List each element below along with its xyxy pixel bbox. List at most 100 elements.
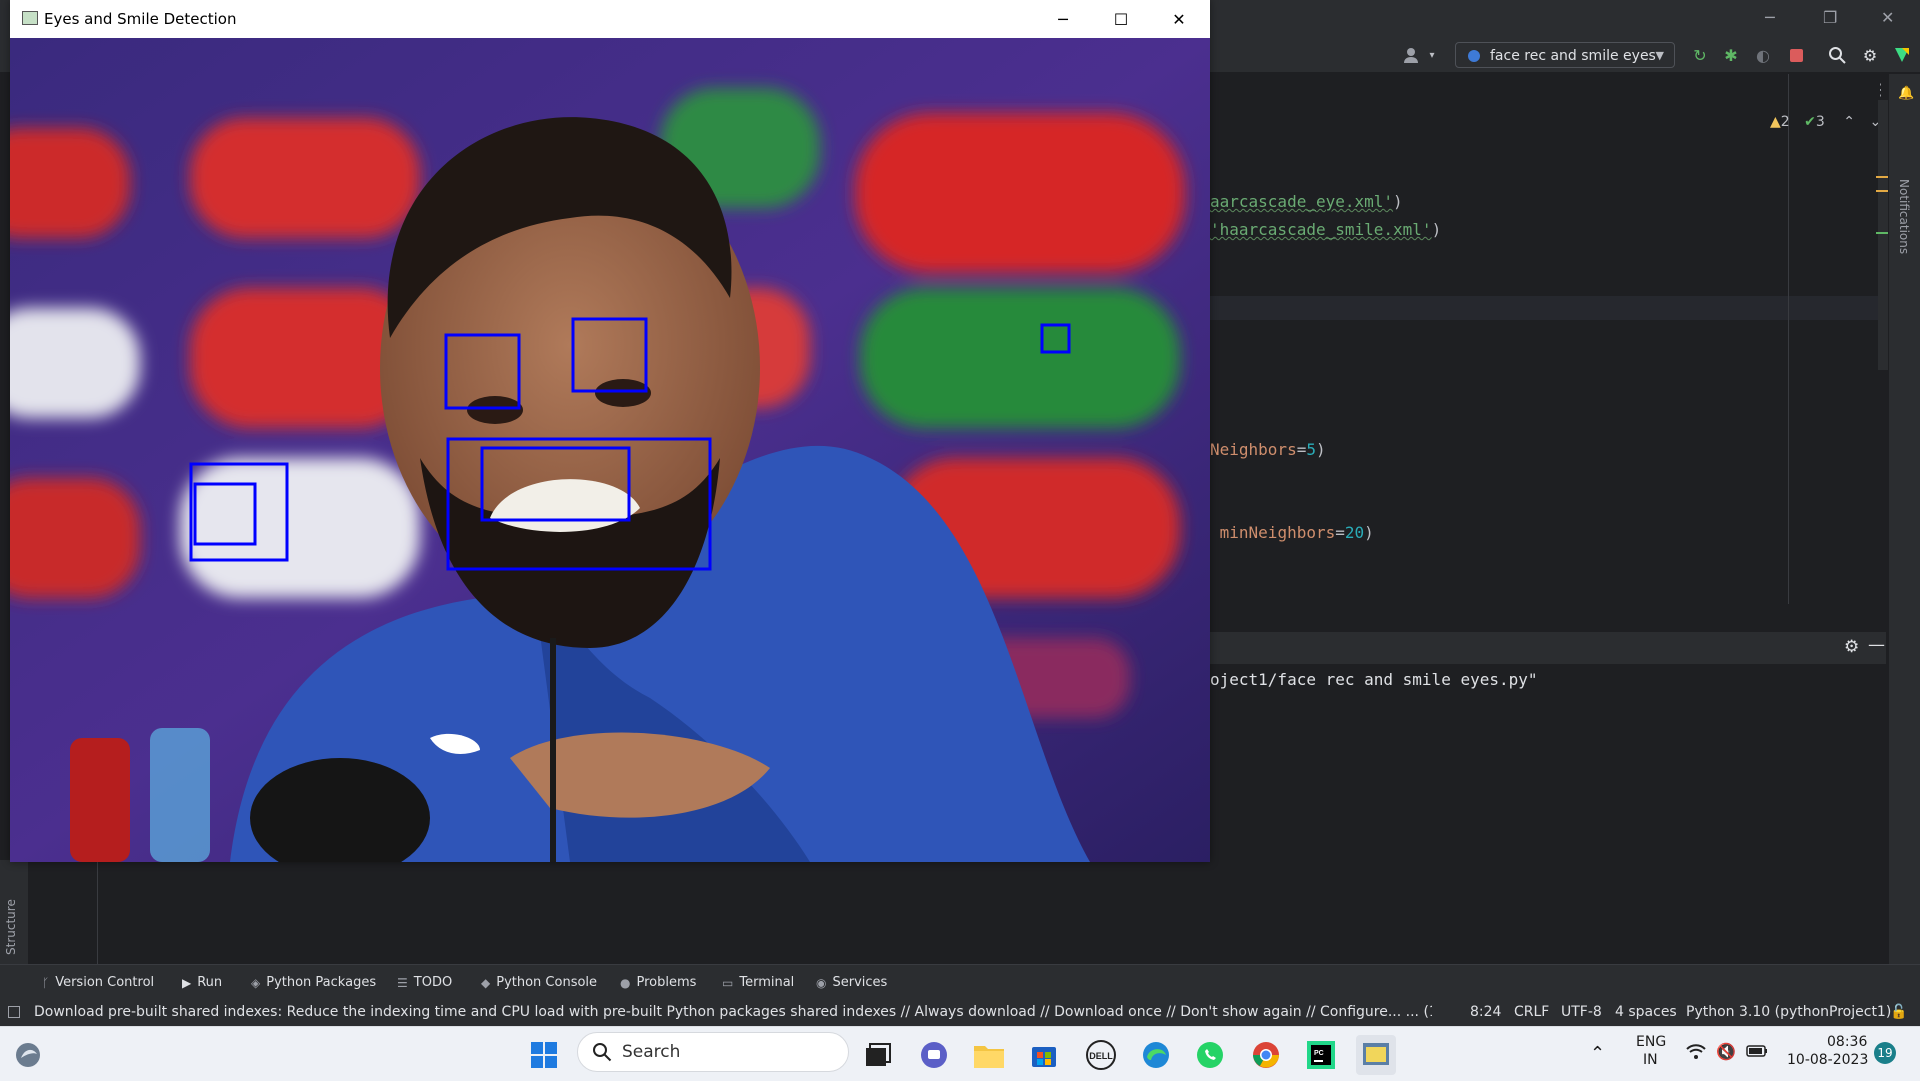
detection-overlay [189, 317, 1071, 571]
ide-restore-icon[interactable]: ❐ [1823, 8, 1837, 27]
run-config-selector[interactable]: face rec and smile eyes ▼ [1455, 42, 1675, 68]
file-encoding[interactable]: UTF-8 [1561, 1004, 1602, 1020]
file-explorer-icon[interactable] [969, 1035, 1009, 1075]
status-bar: Download pre-built shared indexes: Reduc… [0, 1000, 1920, 1026]
task-view-icon[interactable] [858, 1035, 898, 1075]
chevron-down-icon[interactable]: ▾ [1421, 44, 1443, 66]
right-margin-guide [1788, 74, 1789, 604]
lock-icon[interactable]: 🔓 [1890, 1004, 1907, 1020]
minimize-icon[interactable]: ─ [1034, 0, 1092, 38]
maximize-icon[interactable]: ☐ [1092, 0, 1150, 38]
detection-image [10, 38, 1210, 862]
chevron-up-icon[interactable]: ⌃ [1590, 1043, 1605, 1064]
eye-detection-box [1040, 323, 1071, 354]
search-label: Search [622, 1042, 681, 1062]
console-output-line: oject1/face rec and smile eyes.py" [1210, 670, 1538, 689]
code-line-eye: aarcascade_eye.xml') [1210, 192, 1403, 211]
battery-icon[interactable] [1746, 1045, 1768, 1061]
chevron-up-icon[interactable]: ⌃ [1843, 114, 1855, 130]
tab-run[interactable]: ▶ Run [182, 975, 222, 990]
face-detection-box [189, 462, 289, 562]
tab-services[interactable]: ◉ Services [816, 975, 887, 990]
branch-icon: ᚴ [42, 975, 50, 990]
inspection-widget[interactable]: ▲2 ✔3 ⌃ ⌄ [1770, 114, 1881, 130]
debug-icon[interactable]: ✱ [1720, 44, 1742, 66]
hide-panel-icon[interactable]: — [1868, 635, 1885, 655]
gear-icon[interactable]: ⚙ [1859, 44, 1881, 66]
teams-chat-icon[interactable] [914, 1035, 954, 1075]
warning-stripe-mark[interactable] [1876, 190, 1888, 192]
svg-text:PC: PC [1314, 1050, 1324, 1057]
caret-position[interactable]: 8:24 [1470, 1004, 1501, 1020]
volume-muted-icon[interactable]: 🔇 [1716, 1042, 1736, 1061]
indent-setting[interactable]: 4 spaces [1615, 1004, 1677, 1020]
taskbar-search[interactable]: Search [577, 1032, 849, 1072]
warning-stripe-mark[interactable] [1876, 176, 1888, 178]
code-editor[interactable]: aarcascade_eye.xml') 'haarcascade_smile.… [1210, 74, 1880, 604]
tab-version-control[interactable]: ᚴ Version Control [42, 975, 154, 990]
jetbrains-logo-icon[interactable] [1891, 44, 1913, 66]
opencv-title-bar[interactable]: Eyes and Smile Detection ─ ☐ ✕ [10, 0, 1210, 38]
caret-line-highlight [1210, 296, 1880, 320]
line-separator[interactable]: CRLF [1514, 1004, 1549, 1020]
notification-badge[interactable]: 19 [1874, 1042, 1896, 1064]
chrome-icon[interactable] [1246, 1035, 1286, 1075]
tab-python-console[interactable]: ◆ Python Console [481, 975, 597, 990]
start-icon[interactable] [524, 1035, 564, 1075]
tab-todo[interactable]: ☰ TODO [397, 975, 452, 990]
bell-icon[interactable]: 🔔 [1898, 86, 1914, 101]
chevron-down-icon: ▼ [1655, 49, 1664, 62]
warning-icon: ▲ [1770, 114, 1781, 130]
widget-icon[interactable] [8, 1006, 20, 1018]
edge-icon[interactable] [1136, 1035, 1176, 1075]
python-window-icon[interactable] [1356, 1035, 1396, 1075]
search-icon[interactable] [1826, 44, 1848, 66]
run-console[interactable]: oject1/face rec and smile eyes.py" [1210, 664, 1886, 964]
coverage-icon[interactable]: ◐ [1752, 44, 1774, 66]
code-line-smile-neighbors: minNeighbors=20) [1219, 523, 1374, 542]
stop-icon[interactable] [1785, 44, 1807, 66]
whatsapp-icon[interactable] [1190, 1035, 1230, 1075]
tab-terminal[interactable]: ▭ Terminal [722, 975, 794, 990]
services-icon: ◉ [816, 975, 827, 990]
eye-detection-box [193, 482, 257, 546]
clock-date[interactable]: 10-08-2023 [1787, 1052, 1868, 1068]
windows-taskbar: Search DELL PC ⌃ ENG IN 🔇 08:36 10-08-20… [0, 1026, 1920, 1081]
tool-window-tabs: ᚴ Version Control ▶ Run ◈ Python Packages ☰… [0, 964, 1920, 1001]
widgets-icon[interactable] [8, 1035, 48, 1075]
svg-text:DELL: DELL [1089, 1051, 1113, 1061]
run-config-label: face rec and smile eyes [1490, 48, 1656, 64]
close-icon[interactable]: ✕ [1150, 0, 1208, 38]
ide-close-icon[interactable]: ✕ [1881, 8, 1894, 27]
gear-icon[interactable]: ⚙ [1844, 637, 1859, 657]
pycharm-icon[interactable]: PC [1301, 1035, 1341, 1075]
microsoft-store-icon[interactable] [1024, 1035, 1064, 1075]
dell-icon[interactable]: DELL [1081, 1035, 1121, 1075]
ide-minimize-icon[interactable]: ─ [1765, 8, 1775, 27]
opencv-window[interactable]: Eyes and Smile Detection ─ ☐ ✕ [10, 0, 1210, 862]
clock-time[interactable]: 08:36 [1827, 1034, 1867, 1050]
python-config-icon [1468, 50, 1480, 62]
problems-icon: ● [620, 975, 631, 990]
console-icon: ◆ [481, 975, 491, 990]
tab-python-packages[interactable]: ◈ Python Packages [251, 975, 376, 990]
tab-problems[interactable]: ● Problems [620, 975, 696, 990]
packages-icon: ◈ [251, 975, 261, 990]
lang-bottom[interactable]: IN [1643, 1052, 1658, 1068]
eye-detection-box [571, 317, 648, 393]
python-interpreter[interactable]: Python 3.10 (pythonProject1) [1686, 1004, 1891, 1020]
left-tool-strip: Structure [0, 860, 28, 964]
left-separator [97, 860, 98, 964]
smile-detection-box [446, 437, 712, 571]
rerun-icon[interactable]: ↻ [1689, 44, 1711, 66]
run-tool-header: ⚙ — [1210, 632, 1886, 664]
wifi-icon[interactable] [1686, 1044, 1706, 1064]
user-icon[interactable] [1400, 44, 1422, 66]
weak-warning-stripe-mark[interactable] [1876, 232, 1888, 234]
structure-tab[interactable]: Structure [4, 899, 18, 955]
status-message[interactable]: Download pre-built shared indexes: Reduc… [34, 1004, 1432, 1020]
terminal-icon: ▭ [722, 975, 734, 990]
editor-scrollbar[interactable] [1878, 100, 1888, 370]
notifications-tab[interactable]: Notifications [1897, 179, 1911, 254]
lang-top[interactable]: ENG [1636, 1034, 1666, 1050]
